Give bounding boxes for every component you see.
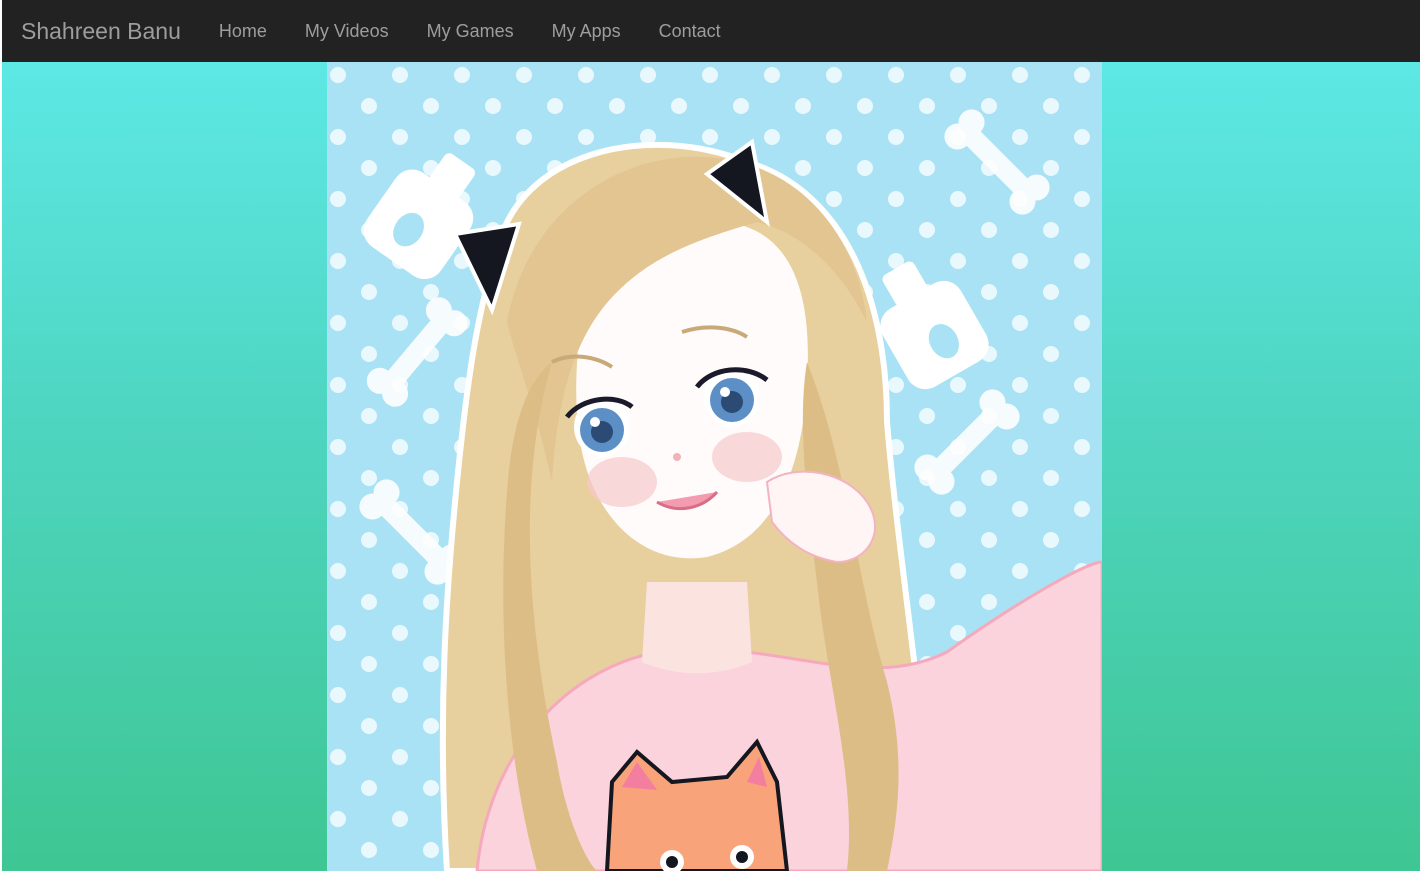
nav-menu: Home My Videos My Games My Apps Contact	[200, 0, 740, 62]
nav-item-my-videos[interactable]: My Videos	[286, 21, 408, 41]
illustration-svg	[327, 62, 1102, 871]
blush-right	[712, 432, 782, 482]
neck	[642, 582, 752, 674]
nav-item-contact[interactable]: Contact	[640, 21, 740, 41]
nav-item-my-apps[interactable]: My Apps	[533, 21, 640, 41]
nose	[673, 453, 681, 461]
nav-item-home[interactable]: Home	[200, 21, 286, 41]
anime-girl-illustration	[327, 62, 1102, 871]
blush-left	[587, 457, 657, 507]
hero-banner	[2, 62, 1420, 871]
page: Shahreen Banu Home My Videos My Games My…	[2, 0, 1420, 871]
top-navbar: Shahreen Banu Home My Videos My Games My…	[2, 0, 1420, 62]
brand-link[interactable]: Shahreen Banu	[21, 18, 181, 45]
nav-item-my-games[interactable]: My Games	[408, 21, 533, 41]
